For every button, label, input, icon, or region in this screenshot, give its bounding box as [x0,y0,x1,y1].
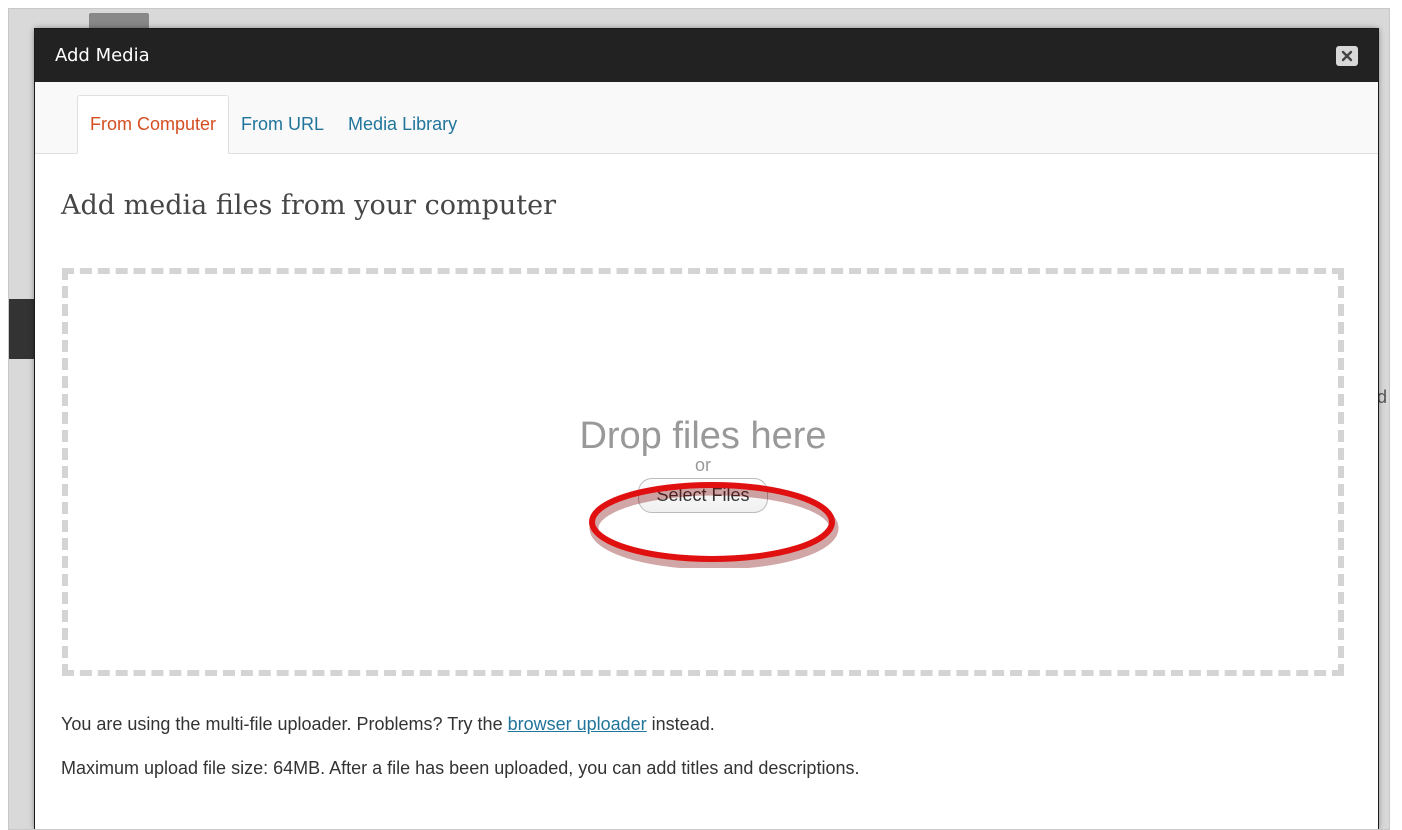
browser-uploader-link[interactable]: browser uploader [508,714,647,734]
dialog-title: Add Media [55,45,150,66]
uploader-info: You are using the multi-file uploader. P… [61,714,715,735]
drop-zone[interactable]: Drop files here or Select Files [62,268,1344,676]
select-files-button[interactable]: Select Files [638,478,768,513]
background-partial-text: d [1377,387,1388,407]
tab-from-computer[interactable]: From Computer [77,95,230,154]
dialog-titlebar: Add Media [35,29,1378,82]
tab-from-url[interactable]: From URL [229,95,336,153]
tab-media-library[interactable]: Media Library [336,95,469,153]
drop-zone-inner: Drop files here or Select Files [68,414,1338,513]
max-upload-info: Maximum upload file size: 64MB. After a … [61,758,860,778]
drop-files-text: Drop files here [579,415,827,457]
uploader-info-prefix: You are using the multi-file uploader. P… [61,714,508,734]
media-tabs: From Computer From URL Media Library [35,82,1378,154]
close-button[interactable] [1336,45,1358,66]
background-logo [89,13,149,29]
close-icon [1341,50,1353,61]
uploader-info-suffix: instead. [646,714,715,734]
add-media-dialog: Add Media From Computer From URL Media L… [35,29,1378,829]
page-heading: Add media files from your computer [61,190,557,221]
background-sidebar-strip [9,299,35,359]
or-separator: or [694,455,711,475]
screenshot-frame: d Add Media From Computer From URL Media… [8,8,1390,830]
